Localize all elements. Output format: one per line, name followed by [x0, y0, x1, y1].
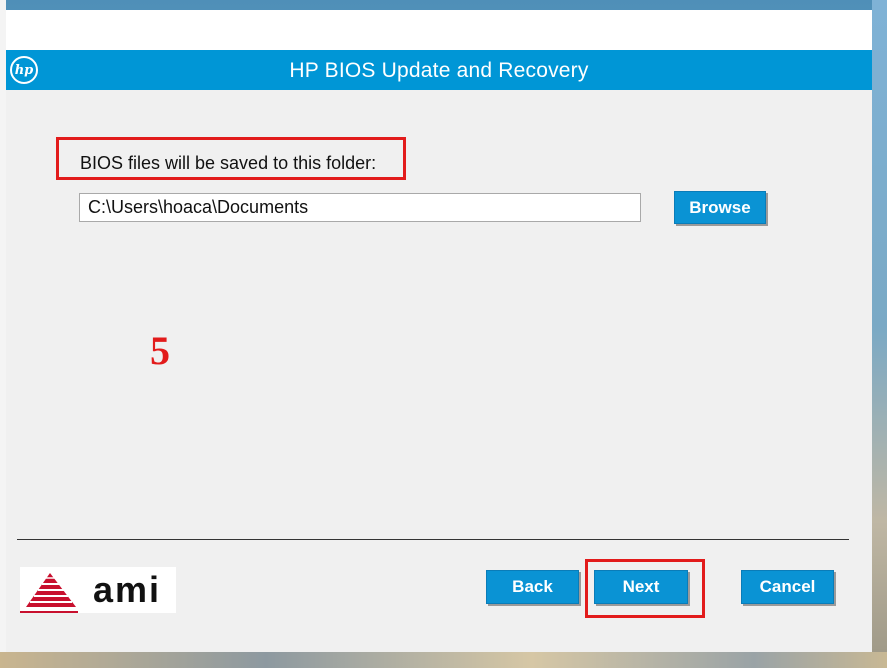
window-title: HP BIOS Update and Recovery: [289, 59, 589, 82]
back-button[interactable]: Back: [486, 570, 579, 604]
ami-logo: ami: [20, 567, 176, 613]
cancel-button[interactable]: Cancel: [741, 570, 834, 604]
desktop-background-right: [872, 0, 887, 652]
footer-divider: [17, 539, 849, 540]
desktop-background-bottom: [0, 652, 887, 668]
bios-update-window: hp HP BIOS Update and Recovery: [6, 10, 872, 652]
window-top-strip: [6, 10, 872, 50]
step-annotation: 5: [150, 328, 170, 373]
next-button-highlight: [585, 559, 705, 618]
folder-path-input[interactable]: [79, 193, 641, 222]
title-bar: hp HP BIOS Update and Recovery: [6, 50, 872, 90]
browse-button[interactable]: Browse: [674, 191, 766, 224]
ami-logo-text: ami: [93, 569, 162, 610]
folder-label: BIOS files will be saved to this folder:: [80, 153, 377, 173]
ami-pyramid-icon: [20, 573, 78, 613]
